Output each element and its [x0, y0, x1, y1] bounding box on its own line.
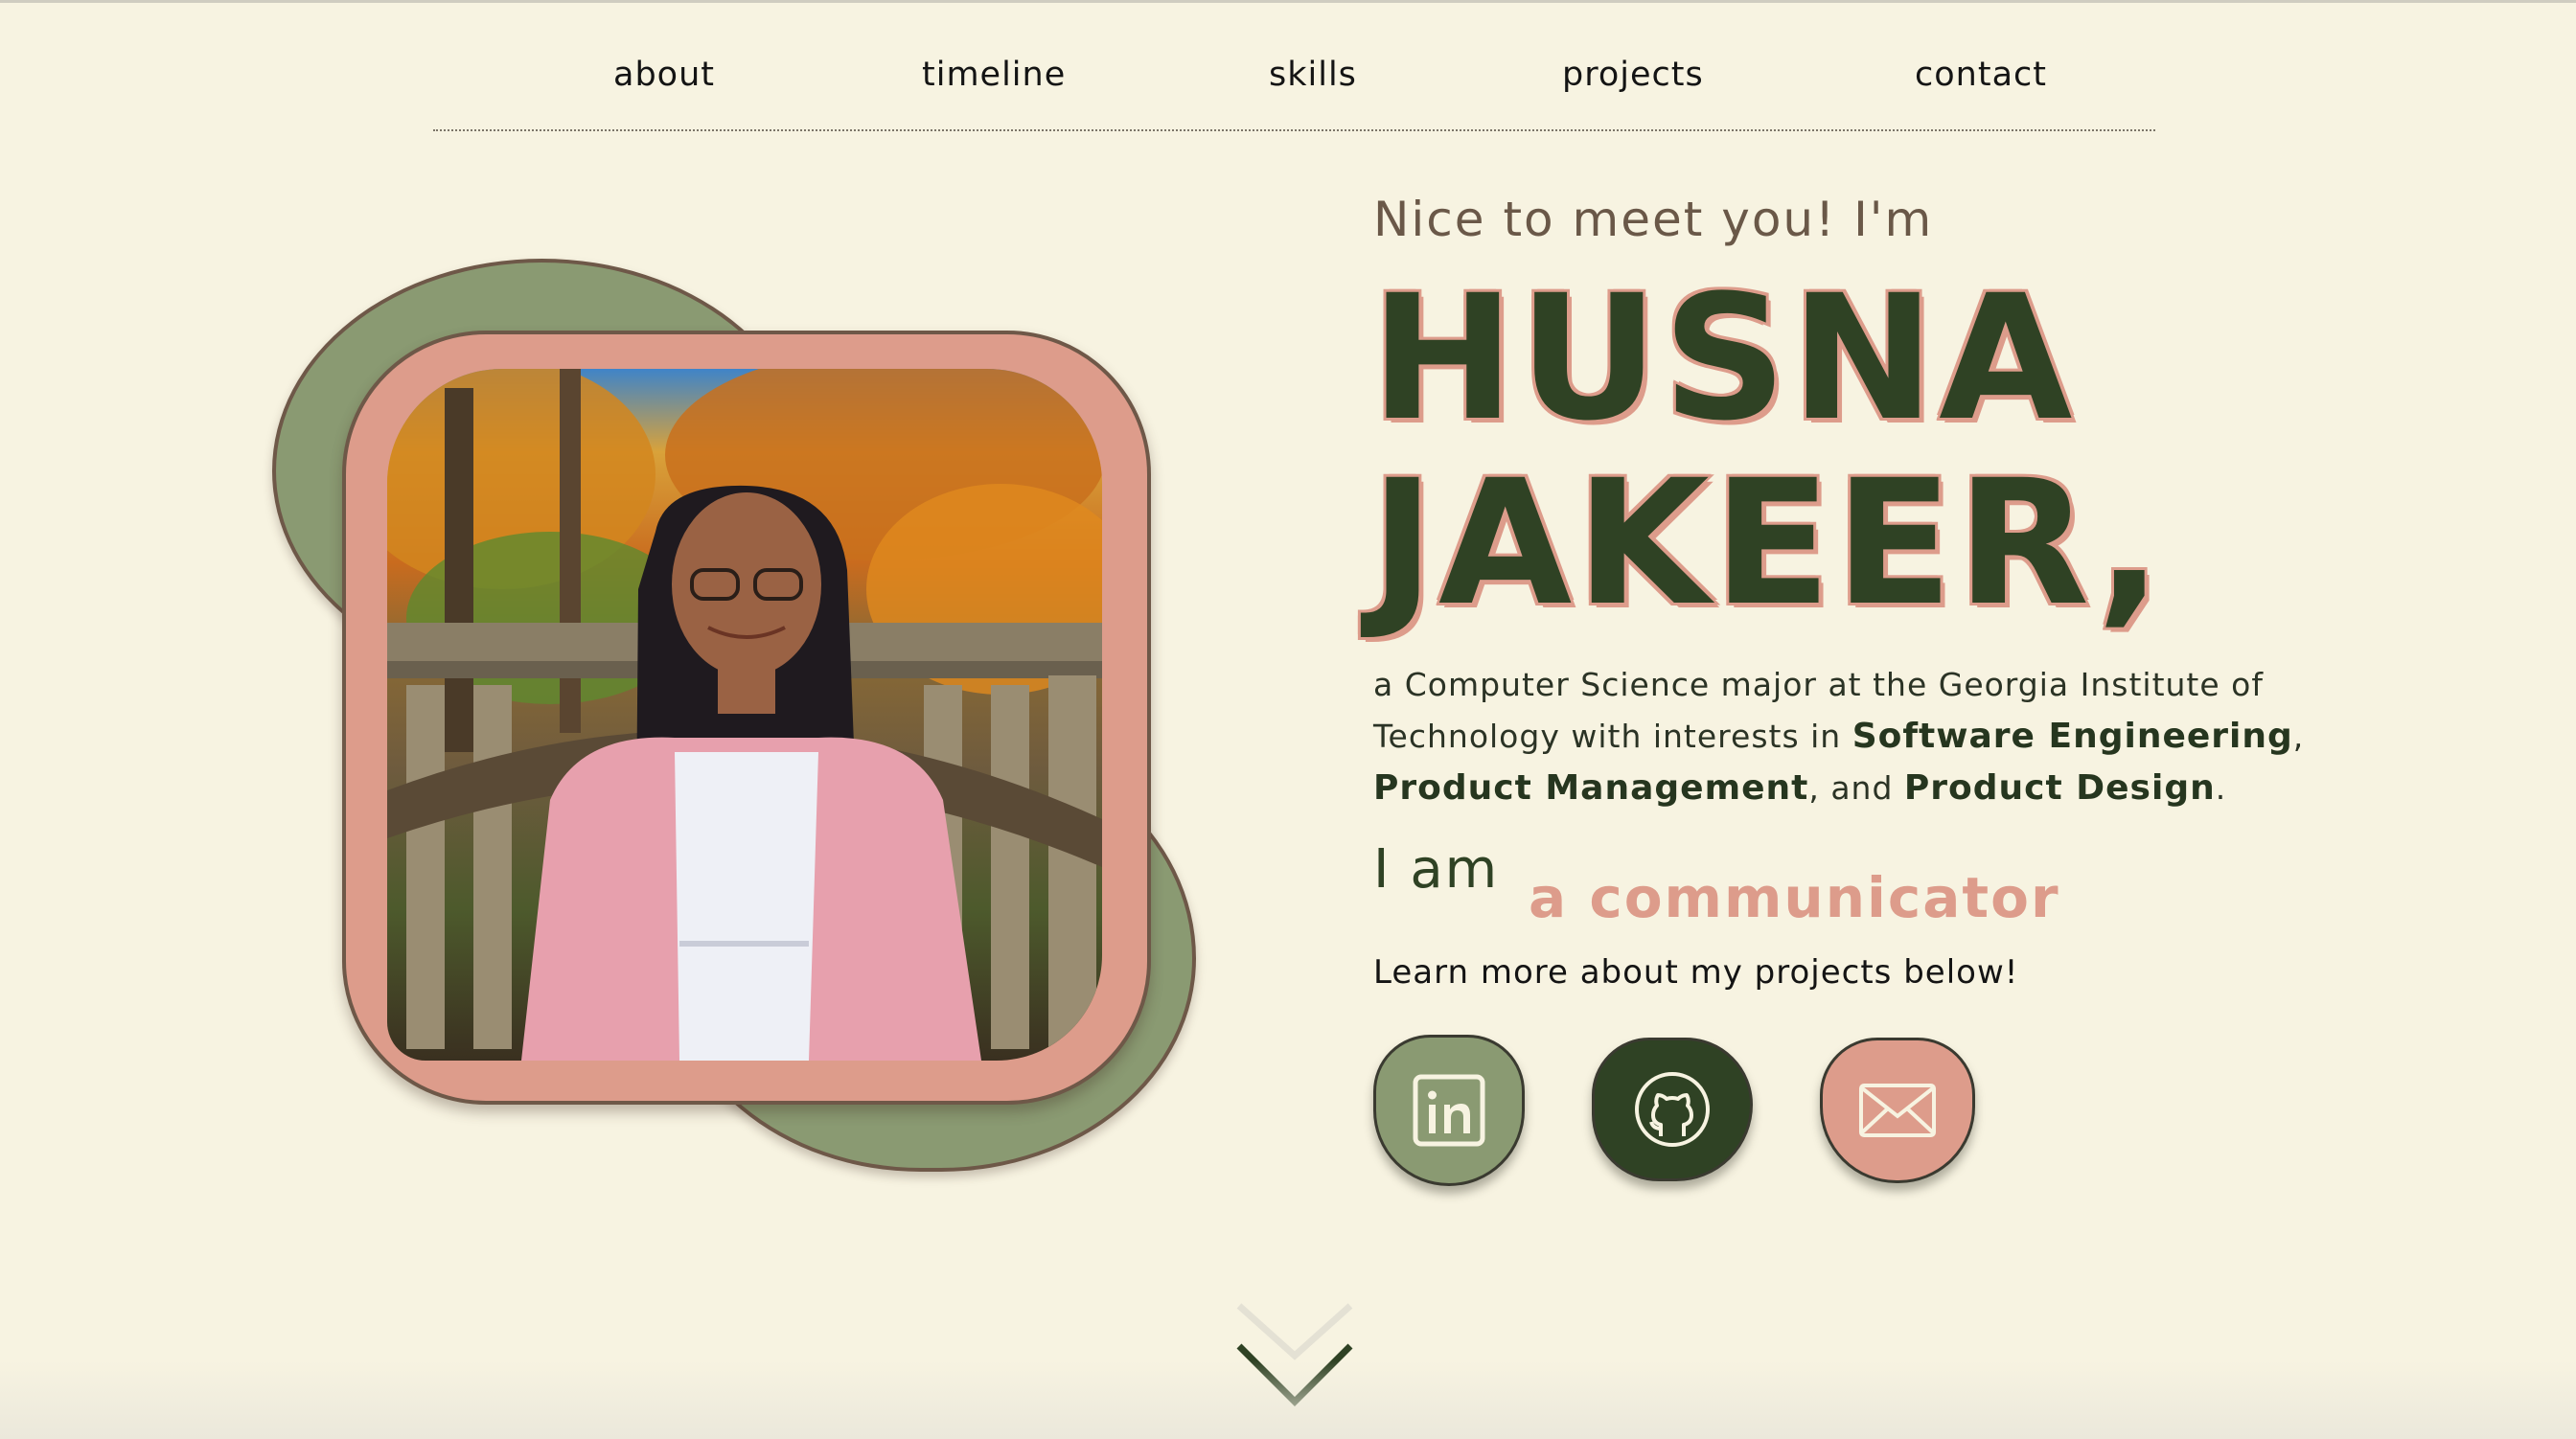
nav-contact[interactable]: contact: [1915, 56, 2047, 94]
nav-timeline[interactable]: timeline: [922, 56, 1066, 94]
profile-photo-illustration: [387, 369, 1102, 1061]
email-button[interactable]: [1820, 1038, 1975, 1183]
intro-separator: , and: [1808, 769, 1904, 807]
github-button[interactable]: [1592, 1038, 1753, 1181]
envelope-icon: [1859, 1084, 1936, 1137]
interest-product-design: Product Design: [1903, 768, 2216, 808]
nav-about[interactable]: about: [613, 56, 715, 94]
bottom-fade: [0, 1360, 2576, 1439]
profile-photo: [387, 369, 1102, 1061]
linkedin-button[interactable]: [1373, 1035, 1525, 1186]
interest-software-engineering: Software Engineering: [1852, 717, 2293, 756]
greeting-text: Nice to meet you! I'm: [1373, 192, 1934, 247]
name-first: HUSNA: [1368, 259, 2077, 459]
nav-projects[interactable]: projects: [1562, 56, 1704, 94]
name-last: JAKEER,: [1368, 444, 2167, 644]
nav-skills[interactable]: skills: [1269, 56, 1357, 94]
interest-product-management: Product Management: [1373, 768, 1809, 808]
intro-separator: ,: [2292, 718, 2305, 755]
top-nav: about timeline skills projects contact: [433, 0, 2155, 131]
intro-period: .: [2215, 769, 2227, 807]
intro-paragraph: a Computer Science major at the Georgia …: [1373, 659, 2341, 814]
learn-more-text: Learn more about my projects below!: [1373, 953, 2019, 992]
rotating-role-text: a communicator: [1529, 865, 2060, 930]
i-am-label: I am: [1373, 838, 1500, 901]
github-icon: [1635, 1072, 1710, 1147]
linkedin-icon: [1413, 1074, 1485, 1147]
